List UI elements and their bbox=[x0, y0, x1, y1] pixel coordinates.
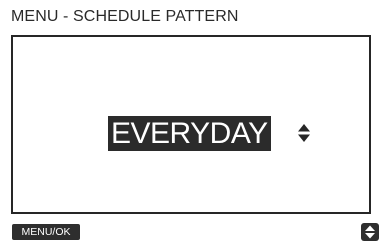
up-down-arrows-icon bbox=[365, 225, 375, 239]
up-down-arrows-icon[interactable] bbox=[297, 123, 311, 143]
schedule-pattern-value[interactable]: EVERYDAY bbox=[108, 116, 271, 151]
content-frame: EVERYDAY bbox=[11, 35, 371, 214]
value-selector[interactable]: EVERYDAY bbox=[13, 37, 369, 212]
menu-ok-button[interactable]: MENU/OK bbox=[12, 224, 80, 240]
page-title: MENU - SCHEDULE PATTERN bbox=[11, 8, 239, 25]
device-screen: MENU - SCHEDULE PATTERN EVERYDAY MENU/OK bbox=[0, 0, 385, 245]
scroll-button[interactable] bbox=[361, 223, 379, 241]
